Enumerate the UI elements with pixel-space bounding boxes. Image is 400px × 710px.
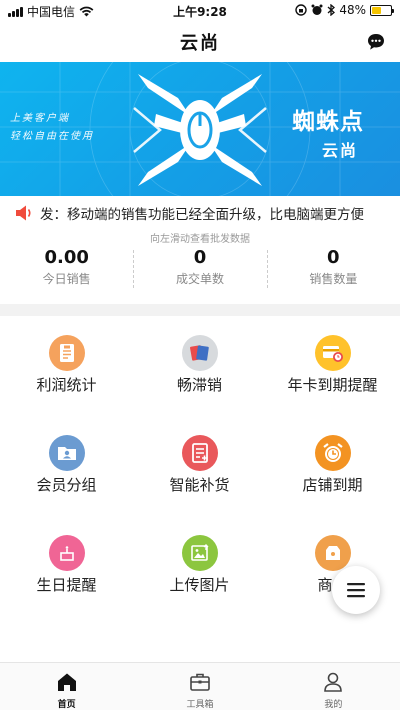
stat-today-sales[interactable]: 0.00 今日销售 <box>0 246 133 292</box>
stat-value: 0.00 <box>44 247 89 268</box>
sales-stats[interactable]: 0.00 今日销售 0 成交单数 0 销售数量 <box>0 246 400 292</box>
stat-label: 成交单数 <box>175 272 224 286</box>
menu-item-member-group[interactable]: 会员分组 <box>0 416 133 512</box>
menu-label: 会员分组 <box>36 476 97 494</box>
floating-menu-button[interactable] <box>332 566 380 614</box>
notice-marquee[interactable]: 发：移动端的销售功能已经全面升级，比电脑端更方便 <box>0 200 400 226</box>
swipe-hint: 向左滑动查看批发数据 <box>150 234 250 245</box>
menu-item-card-expiry[interactable]: 年卡到期提醒 <box>266 316 399 412</box>
menu-item-birthday[interactable]: 生日提醒 <box>0 516 133 612</box>
tab-home[interactable]: 首页 <box>0 663 133 710</box>
promo-banner[interactable]: 上美客户端 轻松自由在使用 蜘蛛点 云尚 <box>0 62 400 196</box>
menu-label: 智能补货 <box>169 476 230 494</box>
menu-item-shop-expiry[interactable]: 店铺到期 <box>266 416 399 512</box>
upload-image-icon <box>182 535 218 571</box>
home-icon <box>57 673 76 691</box>
speaker-icon <box>16 205 31 221</box>
stat-label: 销售数量 <box>309 272 358 286</box>
chat-bubble-icon[interactable] <box>366 32 386 52</box>
bottom-tab-bar: 首页 工具箱 我的 <box>0 662 400 710</box>
stat-value: 0 <box>193 247 207 268</box>
toolbox-icon <box>190 673 210 691</box>
spider-logo-icon <box>133 74 267 186</box>
menu-item-smart-restock[interactable]: 智能补货 <box>133 416 266 512</box>
stat-sales-quantity[interactable]: 0 销售数量 <box>266 246 400 292</box>
notice-text: 发：移动端的销售功能已经全面升级，比电脑端更方便 <box>40 207 364 223</box>
banner-slogan: 上美客户端 轻松自由在使用 <box>10 110 94 146</box>
page-title: 云尚 <box>180 33 220 54</box>
card-alarm-icon <box>315 335 351 371</box>
restock-document-icon <box>182 435 218 471</box>
bluetooth-icon <box>327 4 336 16</box>
banner-slogan-line1: 上美客户端 <box>10 113 70 124</box>
alarm-icon <box>311 4 323 15</box>
alarm-clock-icon <box>315 435 351 471</box>
menu-label: 利润统计 <box>36 376 97 394</box>
user-icon <box>324 672 343 692</box>
tab-label: 首页 <box>57 700 76 710</box>
product-tag-icon <box>315 535 351 571</box>
tab-label: 工具箱 <box>186 700 214 710</box>
battery-percent: 48% <box>339 3 366 17</box>
section-divider <box>0 304 400 316</box>
menu-item-sales-trend[interactable]: 畅滞销 <box>133 316 266 412</box>
menu-icon <box>347 583 365 598</box>
tab-label: 我的 <box>324 700 343 710</box>
stat-order-count[interactable]: 0 成交单数 <box>133 246 266 292</box>
rotation-lock-icon <box>295 4 308 16</box>
banner-slogan-line2: 轻松自由在使用 <box>10 131 94 142</box>
tab-toolbox[interactable]: 工具箱 <box>133 663 266 710</box>
stat-label: 今日销售 <box>42 272 91 286</box>
menu-label: 年卡到期提醒 <box>287 376 378 394</box>
menu-label: 上传图片 <box>169 576 230 594</box>
menu-label: 店铺到期 <box>302 476 363 494</box>
profit-document-icon <box>49 335 85 371</box>
menu-item-profit[interactable]: 利润统计 <box>0 316 133 412</box>
member-folder-icon <box>49 435 85 471</box>
battery-icon <box>370 4 394 16</box>
status-right: 48% <box>295 3 394 17</box>
status-bar: 中国电信 上午9:28 48% <box>0 0 400 22</box>
birthday-cake-icon <box>49 535 85 571</box>
banner-brand-sub: 云尚 <box>322 141 359 160</box>
sales-cards-icon <box>182 335 218 371</box>
menu-label: 畅滞销 <box>176 376 222 394</box>
banner-brand-name: 蜘蛛点 <box>292 109 364 135</box>
title-bar: 云尚 <box>0 22 400 62</box>
tab-profile[interactable]: 我的 <box>267 663 400 710</box>
menu-label: 生日提醒 <box>36 576 97 594</box>
menu-item-upload-image[interactable]: 上传图片 <box>133 516 266 612</box>
stat-value: 0 <box>327 247 340 268</box>
